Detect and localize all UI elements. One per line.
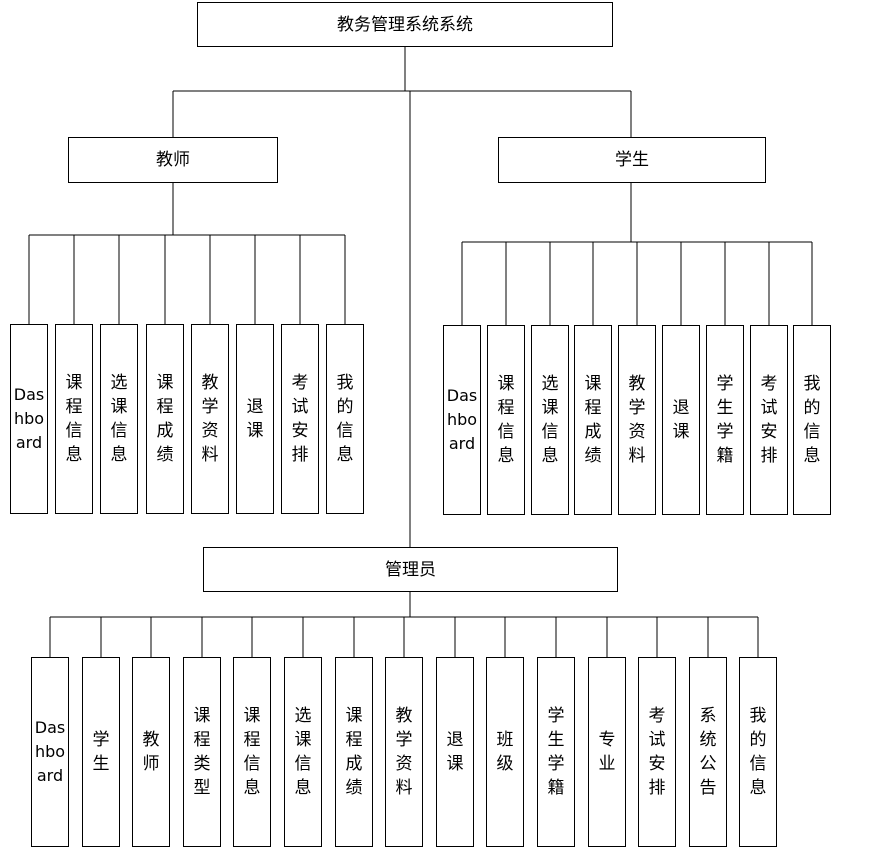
admin-item: 学生 bbox=[82, 657, 120, 847]
admin-item: 我的信息 bbox=[739, 657, 777, 847]
admin-item-label: 退课 bbox=[446, 730, 464, 774]
teacher-item-label: 课程成绩 bbox=[156, 373, 174, 465]
teacher-node: 教师 bbox=[68, 137, 278, 183]
teacher-item: 教学资料 bbox=[191, 324, 229, 514]
admin-item: Dashboard bbox=[31, 657, 69, 847]
teacher-item-label: 退课 bbox=[246, 397, 264, 441]
teacher-item: 考试安排 bbox=[281, 324, 319, 514]
teacher-item: Dashboard bbox=[10, 324, 48, 514]
student-item-label: 退课 bbox=[672, 398, 690, 442]
admin-item: 考试安排 bbox=[638, 657, 676, 847]
student-item-label: 考试安排 bbox=[760, 374, 778, 466]
admin-item: 教师 bbox=[132, 657, 170, 847]
admin-item-label: 教学资料 bbox=[395, 706, 413, 798]
teacher-item-label: 课程信息 bbox=[65, 373, 83, 465]
admin-item: 专业 bbox=[588, 657, 626, 847]
student-item: 考试安排 bbox=[750, 325, 788, 515]
admin-item: 课程类型 bbox=[183, 657, 221, 847]
admin-item-label: 课程成绩 bbox=[345, 706, 363, 798]
teacher-item: 课程信息 bbox=[55, 324, 93, 514]
admin-item-label: 教师 bbox=[142, 730, 160, 774]
student-item-label: 选课信息 bbox=[541, 374, 559, 466]
admin-item: 班级 bbox=[486, 657, 524, 847]
teacher-item: 退课 bbox=[236, 324, 274, 514]
student-item-label: 课程信息 bbox=[497, 374, 515, 466]
admin-item-label: 系统公告 bbox=[699, 706, 717, 798]
admin-item: 选课信息 bbox=[284, 657, 322, 847]
teacher-item: 我的信息 bbox=[326, 324, 364, 514]
student-item-label: Dashboard bbox=[446, 386, 478, 453]
student-item: 退课 bbox=[662, 325, 700, 515]
student-item-label: 我的信息 bbox=[803, 374, 821, 466]
student-item-label: 学生学籍 bbox=[716, 374, 734, 466]
admin-item: 课程成绩 bbox=[335, 657, 373, 847]
admin-item-label: 专业 bbox=[598, 730, 616, 774]
admin-item: 教学资料 bbox=[385, 657, 423, 847]
student-item: 我的信息 bbox=[793, 325, 831, 515]
admin-node: 管理员 bbox=[203, 547, 618, 592]
admin-item-label: 考试安排 bbox=[648, 706, 666, 798]
teacher-item-label: 考试安排 bbox=[291, 373, 309, 465]
teacher-item: 课程成绩 bbox=[146, 324, 184, 514]
admin-item-label: 学生 bbox=[92, 730, 110, 774]
admin-item-label: 班级 bbox=[496, 730, 514, 774]
admin-item-label: Dashboard bbox=[34, 718, 66, 785]
admin-item-label: 我的信息 bbox=[749, 706, 767, 798]
admin-item: 学生学籍 bbox=[537, 657, 575, 847]
teacher-item-label: Dashboard bbox=[13, 385, 45, 452]
admin-item-label: 学生学籍 bbox=[547, 706, 565, 798]
student-node: 学生 bbox=[498, 137, 766, 183]
student-item: 选课信息 bbox=[531, 325, 569, 515]
admin-item: 系统公告 bbox=[689, 657, 727, 847]
teacher-item-label: 教学资料 bbox=[201, 373, 219, 465]
root-node: 教务管理系统系统 bbox=[197, 2, 613, 47]
student-item-label: 教学资料 bbox=[628, 374, 646, 466]
admin-item: 退课 bbox=[436, 657, 474, 847]
student-item: 课程成绩 bbox=[574, 325, 612, 515]
teacher-item-label: 选课信息 bbox=[110, 373, 128, 465]
teacher-item: 选课信息 bbox=[100, 324, 138, 514]
student-item-label: 课程成绩 bbox=[584, 374, 602, 466]
admin-item-label: 课程类型 bbox=[193, 706, 211, 798]
teacher-item-label: 我的信息 bbox=[336, 373, 354, 465]
student-item: 课程信息 bbox=[487, 325, 525, 515]
admin-item-label: 选课信息 bbox=[294, 706, 312, 798]
admin-item: 课程信息 bbox=[233, 657, 271, 847]
student-item: 教学资料 bbox=[618, 325, 656, 515]
student-item: 学生学籍 bbox=[706, 325, 744, 515]
admin-item-label: 课程信息 bbox=[243, 706, 261, 798]
student-item: Dashboard bbox=[443, 325, 481, 515]
